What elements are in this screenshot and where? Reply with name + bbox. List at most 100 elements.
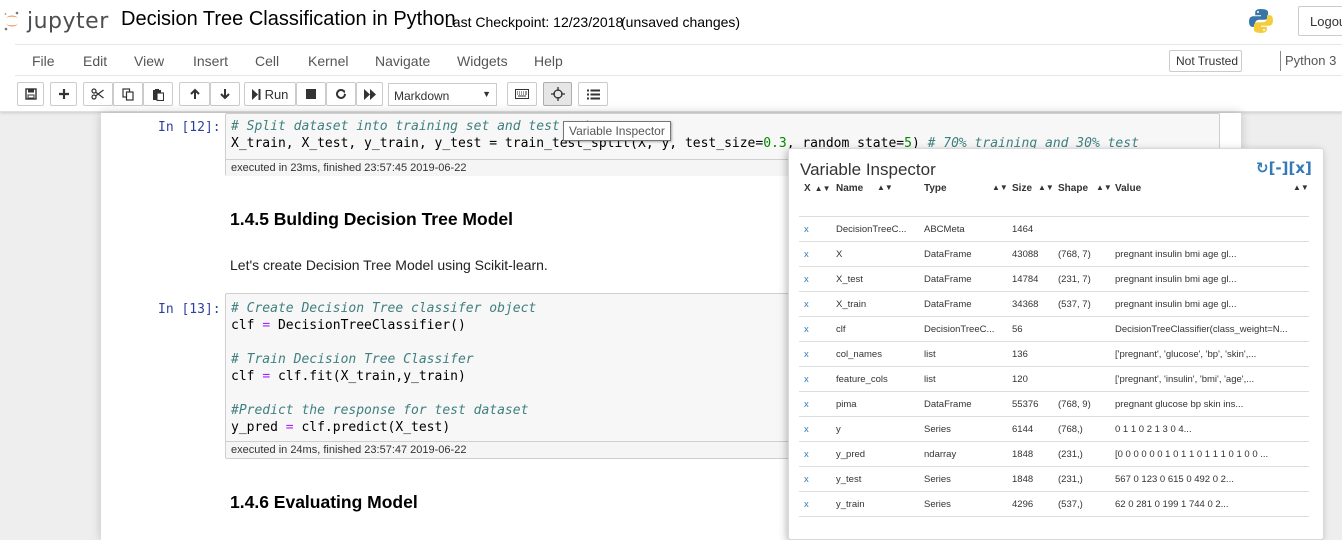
run-button[interactable]: Run xyxy=(244,82,296,106)
variable-row: x pima DataFrame 55376 (768, 9) pregnant gluc… xyxy=(799,392,1309,417)
heading-1-4-5: 1.4.5 Bulding Decision Tree Model xyxy=(230,209,513,229)
variable-name: X_test xyxy=(836,274,863,285)
variable-type: DataFrame xyxy=(924,249,972,260)
menu-help[interactable]: Help xyxy=(534,53,563,69)
jupyter-logo-icon xyxy=(4,11,19,31)
code-line: # Create Decision Tree classifer object xyxy=(231,301,537,316)
sort-icon[interactable]: ▲▼ xyxy=(1293,183,1309,201)
menu-widgets[interactable]: Widgets xyxy=(457,53,508,69)
restart-icon xyxy=(336,88,346,99)
sort-icon[interactable]: ▲▼ xyxy=(992,183,1008,201)
copy-button[interactable] xyxy=(113,82,143,106)
menu-edit[interactable]: Edit xyxy=(83,53,107,69)
variable-type: DecisionTreeC... xyxy=(924,324,995,335)
variable-type: ABCMeta xyxy=(924,224,965,235)
variable-size: 55376 xyxy=(1012,399,1039,410)
sort-icon[interactable]: ▲▼ xyxy=(1038,183,1054,201)
column-header-label: Value xyxy=(1115,183,1142,194)
keyboard-icon xyxy=(515,89,529,99)
command-palette-button[interactable] xyxy=(507,82,537,106)
variable-type: ndarray xyxy=(924,449,957,460)
variable-size: 120 xyxy=(1012,374,1028,385)
variable-type: list xyxy=(924,349,936,360)
variable-row: x clf DecisionTreeC... 56 DecisionTreeClassi… xyxy=(799,317,1309,342)
variable-size: 136 xyxy=(1012,349,1028,360)
code-token: 0.3 xyxy=(763,136,787,151)
variable-size: 34368 xyxy=(1012,299,1039,310)
variable-shape: (537, 7) xyxy=(1058,299,1091,310)
column-header-label: Shape xyxy=(1058,183,1089,194)
column-header-size[interactable]: Size xyxy=(1012,183,1032,201)
kernel-separator xyxy=(1280,51,1281,71)
variable-value: 62 0 281 0 199 1 744 0 2... xyxy=(1115,499,1229,510)
notebook-title[interactable]: Decision Tree Classification in Python xyxy=(121,8,456,31)
cell-type-value: Markdown xyxy=(394,89,450,103)
delete-variable-button[interactable]: x xyxy=(804,224,809,235)
delete-variable-button[interactable]: x xyxy=(804,274,809,285)
variable-type: list xyxy=(924,374,936,385)
toc-button[interactable] xyxy=(578,82,608,106)
variable-shape: (537,) xyxy=(1058,499,1083,510)
menu-cell[interactable]: Cell xyxy=(255,53,279,69)
menu-kernel[interactable]: Kernel xyxy=(308,53,348,69)
interrupt-button[interactable] xyxy=(296,82,326,106)
variable-name: y_test xyxy=(836,474,862,485)
save-button[interactable] xyxy=(17,82,44,106)
sort-icon[interactable]: ▲▼ xyxy=(877,183,893,201)
variable-row: x y_test Series 1848 (231,) 567 0 123 0 615 0… xyxy=(799,467,1309,492)
scissors-icon xyxy=(91,88,104,100)
not-trusted-button[interactable]: Not Trusted xyxy=(1169,50,1242,72)
column-header-type[interactable]: Type xyxy=(924,183,947,201)
cut-button[interactable] xyxy=(83,82,113,106)
variable-inspector-panel: Variable Inspector ↻[-][x] X ▲▼ Name Type… xyxy=(788,148,1324,540)
delete-variable-button[interactable]: x xyxy=(804,324,809,335)
move-up-button[interactable] xyxy=(179,82,210,106)
move-down-button[interactable] xyxy=(210,82,240,106)
variable-value: pregnant insulin bmi age gl... xyxy=(1115,299,1237,310)
variable-name: clf xyxy=(836,324,846,335)
variable-row: x X_train DataFrame 34368 (537, 7) pregnant i… xyxy=(799,292,1309,317)
menu-view[interactable]: View xyxy=(134,53,164,69)
delete-variable-button[interactable]: x xyxy=(804,249,809,260)
logout-button[interactable]: Logout xyxy=(1298,6,1342,36)
variable-shape: (231,) xyxy=(1058,474,1083,485)
restart-run-all-button[interactable] xyxy=(356,82,383,106)
variable-value: ['pregnant', 'glucose', 'bp', 'skin',... xyxy=(1115,349,1257,360)
variable-type: Series xyxy=(924,474,951,485)
kernel-indicator[interactable]: Python 3 xyxy=(1285,53,1336,68)
delete-variable-button[interactable]: x xyxy=(804,399,809,410)
delete-variable-button[interactable]: x xyxy=(804,449,809,460)
cell-type-select[interactable]: Markdown ▼ xyxy=(388,83,497,106)
delete-variable-button[interactable]: x xyxy=(804,499,809,510)
column-header-shape[interactable]: Shape xyxy=(1058,183,1088,201)
insert-cell-button[interactable] xyxy=(50,82,77,106)
delete-variable-button[interactable]: x xyxy=(804,474,809,485)
menu-file[interactable]: File xyxy=(32,53,55,69)
sort-icon[interactable]: ▲▼ xyxy=(1096,183,1112,201)
inspector-window-controls[interactable]: ↻[-][x] xyxy=(1256,159,1312,177)
variable-type: DataFrame xyxy=(924,274,972,285)
cell-13-prompt: In [13]: xyxy=(158,302,221,317)
delete-variable-button[interactable]: x xyxy=(804,424,809,435)
paste-button[interactable] xyxy=(143,82,173,106)
variable-row: x X DataFrame 43088 (768, 7) pregnant insulin… xyxy=(799,242,1309,267)
run-button-label: Run xyxy=(264,86,289,102)
heading-1-4-6: 1.4.6 Evaluating Model xyxy=(230,492,418,512)
variable-type: Series xyxy=(924,499,951,510)
code-token: clf xyxy=(231,318,263,333)
column-header-name[interactable]: Name xyxy=(836,183,863,201)
variable-size: 1848 xyxy=(1012,449,1034,460)
variable-shape: (231, 7) xyxy=(1058,274,1091,285)
delete-variable-button[interactable]: x xyxy=(804,374,809,385)
delete-variable-button[interactable]: x xyxy=(804,349,809,360)
menu-insert[interactable]: Insert xyxy=(193,53,228,69)
jupyter-logo[interactable]: jupyter xyxy=(3,6,109,36)
delete-variable-button[interactable]: x xyxy=(804,299,809,310)
python-logo-icon xyxy=(1247,7,1275,38)
restart-button[interactable] xyxy=(326,82,356,106)
column-header-delete[interactable]: X ▲▼ xyxy=(804,183,831,201)
variable-inspector-button[interactable] xyxy=(543,82,572,106)
menu-navigate[interactable]: Navigate xyxy=(375,53,430,69)
variable-name: col_names xyxy=(836,349,882,360)
column-header-value[interactable]: Value xyxy=(1115,183,1141,201)
